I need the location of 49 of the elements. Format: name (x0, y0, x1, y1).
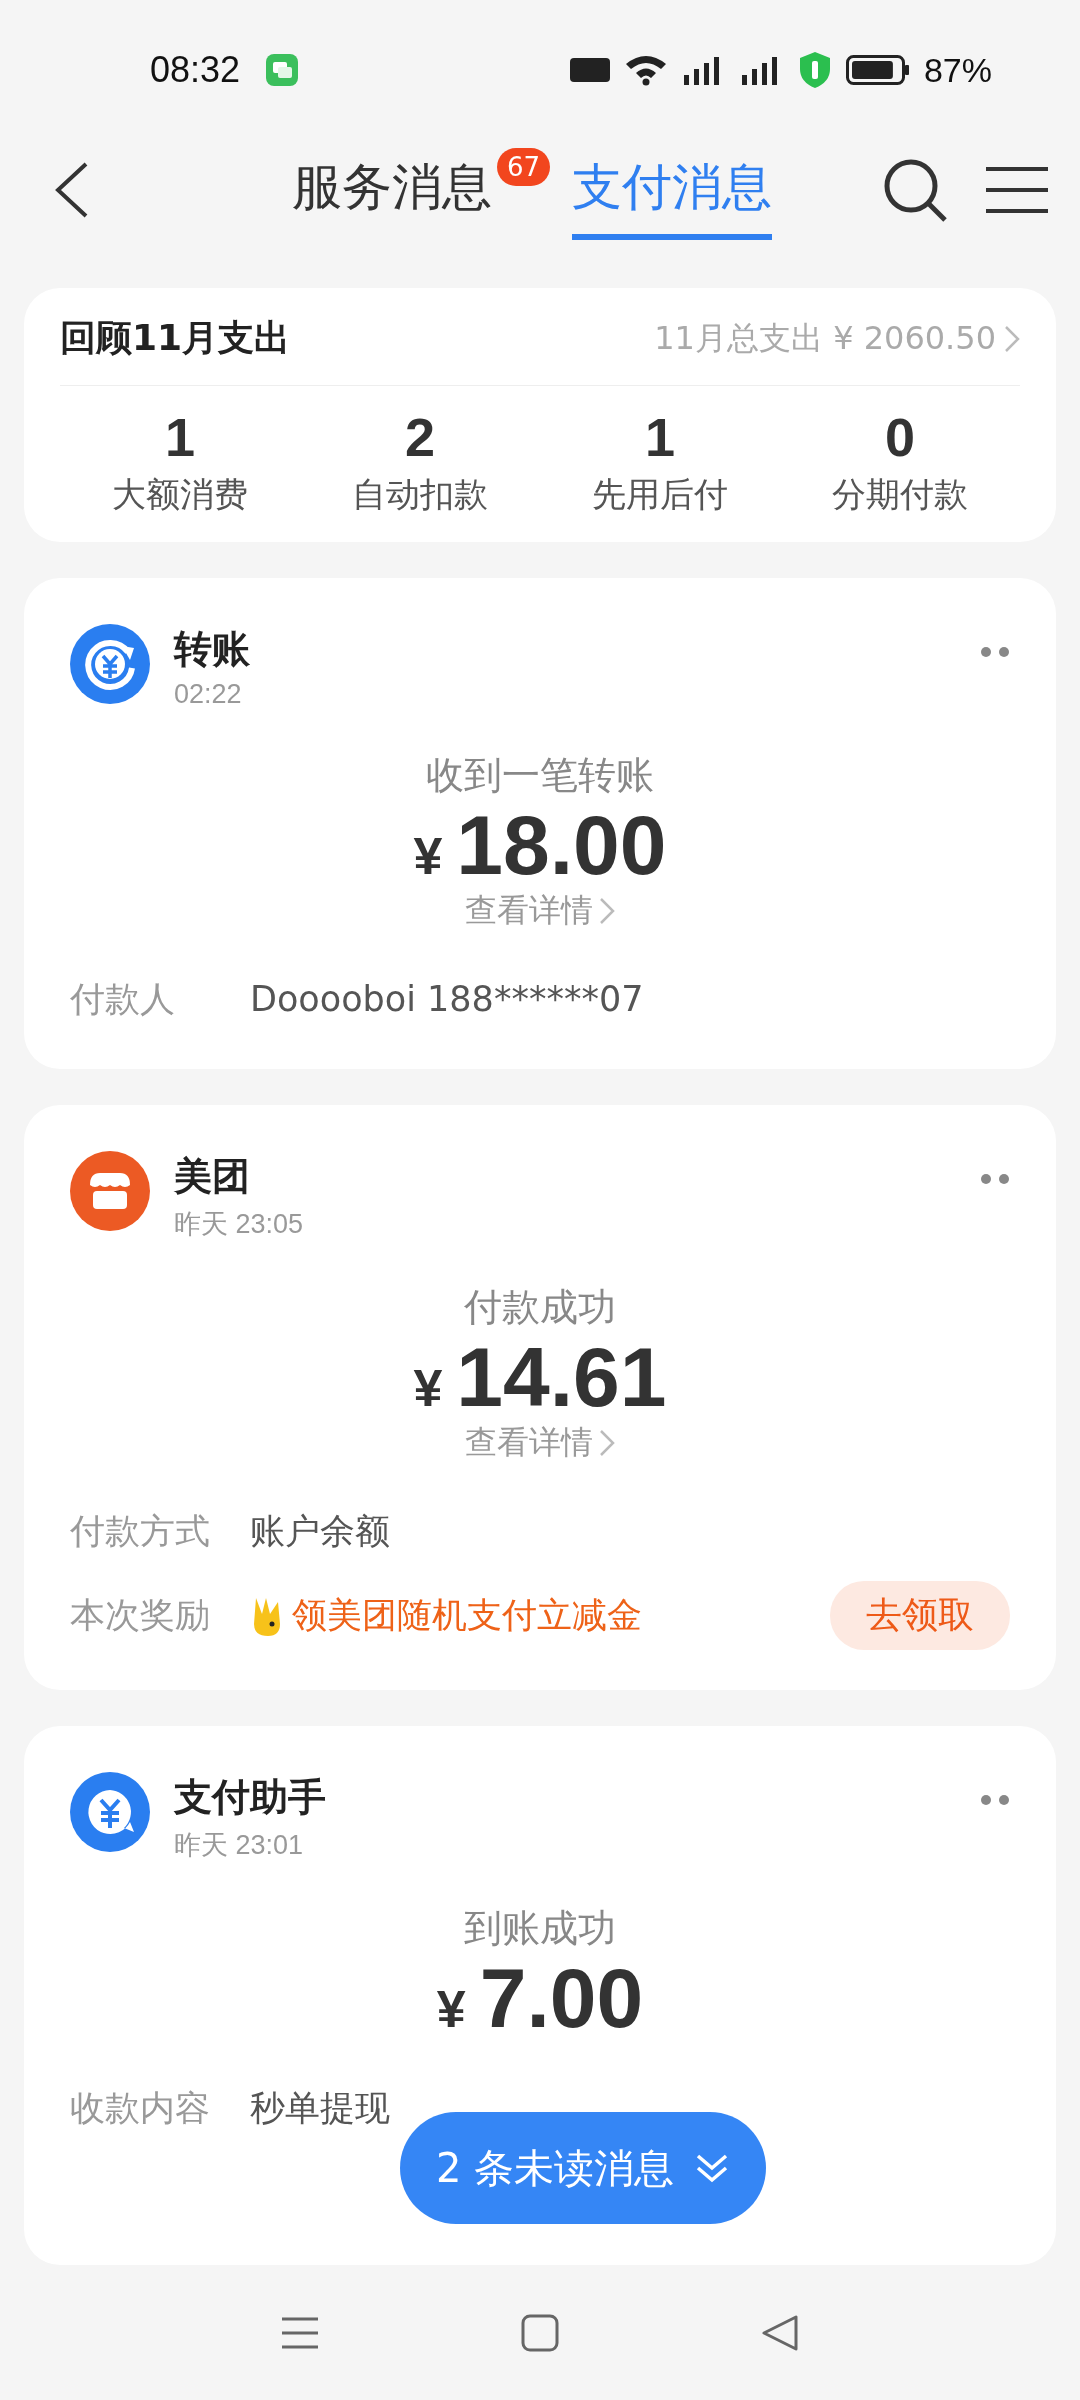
payment-status: 收到一笔转账 (426, 752, 654, 799)
field-label: 付款方式 (70, 1509, 211, 1553)
menu-icon[interactable] (986, 166, 1048, 214)
summary-title: 回顾11月支出 (60, 316, 291, 360)
amount: ¥ 7.00 (436, 1954, 644, 2043)
sender-name: 支付助手 (174, 1774, 326, 1822)
amount: ¥ 18.00 (413, 801, 667, 890)
field-label: 收款内容 (70, 2087, 211, 2131)
payment-status: 到账成功 (464, 1905, 616, 1953)
yuan-icon (70, 1772, 150, 1853)
payment-status: 付款成功 (464, 1284, 616, 1332)
search-icon[interactable] (882, 157, 948, 223)
more-icon[interactable] (980, 646, 1010, 658)
store-icon (70, 1151, 150, 1232)
battery-icon (845, 55, 910, 85)
more-icon[interactable] (980, 1173, 1010, 1186)
message-time: 昨天 23:05 (174, 1208, 304, 1242)
more-icon[interactable] (980, 1794, 1010, 1807)
view-details-link[interactable]: 查看详情 (465, 1421, 615, 1466)
stat-item[interactable]: 1 大额消费 (60, 406, 300, 518)
chevron-icon (1004, 324, 1020, 353)
home-icon[interactable] (520, 2312, 560, 2353)
claim-button[interactable]: 去领取 (830, 1581, 1010, 1651)
field-value: 账户余额 (250, 1509, 390, 1553)
sender-name: 转账 (174, 626, 250, 673)
field-value: Dooooboi 188******07 (250, 979, 644, 1020)
stat-item[interactable]: 1 先用后付 (540, 406, 780, 518)
tab[interactable]: 支付消息 (572, 140, 772, 240)
chat-app-icon (266, 54, 299, 86)
message-time: 昨天 23:01 (174, 1829, 305, 1863)
amount: ¥ 14.61 (413, 1333, 667, 1422)
unread-badge: 67 (496, 148, 550, 186)
chevron-icon (599, 897, 615, 926)
message-time: 02:22 (174, 679, 243, 710)
chevron-icon (599, 1429, 615, 1458)
field-value: 秒单提现 (250, 2087, 390, 2131)
view-details-link[interactable]: 查看详情 (465, 889, 615, 934)
total-spending-link[interactable]: 11月总支出 ¥ 2060.50 (654, 316, 1020, 361)
field-label: 付款人 (70, 977, 176, 1021)
unread-messages-button[interactable]: 2 条未读消息 (400, 2112, 766, 2224)
sender-name: 美团 (174, 1153, 251, 1201)
status-time: 08:32 (150, 49, 241, 91)
battery-percent: 87% (923, 50, 992, 90)
reward-text: 领美团随机支付立减金 (292, 1594, 642, 1638)
shield-icon (797, 51, 832, 89)
yuan-icon (70, 624, 150, 704)
stat-item[interactable]: 2 自动扣款 (300, 406, 540, 518)
stat-item[interactable]: 0 分期付款 (780, 406, 1020, 518)
field-label: 本次奖励 (70, 1594, 211, 1638)
